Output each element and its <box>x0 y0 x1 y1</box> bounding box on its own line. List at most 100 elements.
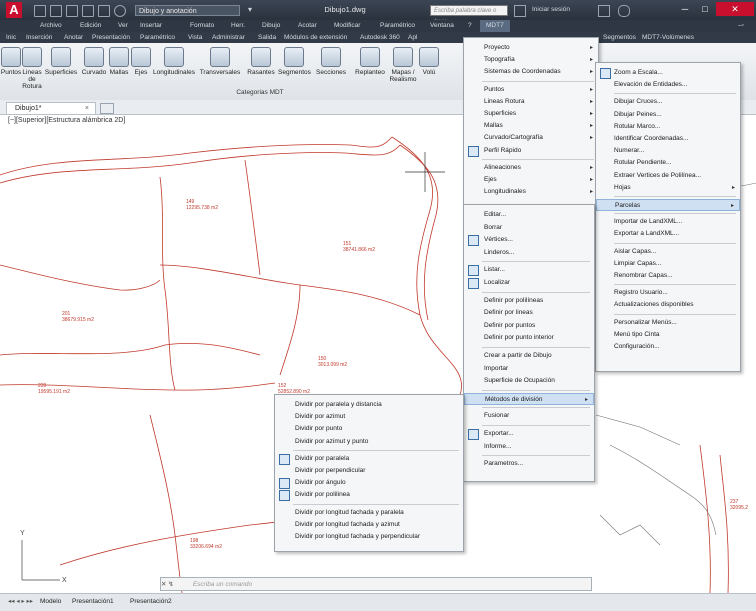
tab-autodesk360[interactable]: Autodesk 360 <box>360 32 400 43</box>
menu-item[interactable]: Superficies ▸ <box>464 108 598 120</box>
tab-inicio[interactable]: Inic <box>6 32 16 43</box>
menu-item[interactable]: Dividir por paralela <box>275 453 463 465</box>
ribbon-button[interactable]: Secciones <box>310 47 352 87</box>
menu-item[interactable]: Crear a partir de Dibujo <box>464 350 594 362</box>
menu-formato[interactable]: Formato <box>190 20 214 32</box>
tab-anotar[interactable]: Anotar <box>64 32 83 43</box>
command-line[interactable]: ✕ ↯ Escriba un comando <box>160 577 592 591</box>
search-icon[interactable] <box>514 5 526 17</box>
menu-item[interactable]: Parametros... <box>464 458 594 470</box>
ribbon-button[interactable]: Longitudinales <box>152 47 196 87</box>
tab-parametrico[interactable]: Paramétrico <box>140 32 175 43</box>
menu-item[interactable]: Exportar a LandXML... <box>596 228 740 240</box>
menu-item[interactable]: Definir por polilíneas <box>464 295 594 307</box>
menu-item[interactable]: Alineaciones ▸ <box>464 162 598 174</box>
tab-dibujo1[interactable]: Dibujo1* × <box>6 102 96 114</box>
menu-item[interactable]: Dividir por longitud fachada y azimut <box>275 519 463 531</box>
menu-item[interactable]: Ejes ▸ <box>464 174 598 186</box>
menu-item[interactable]: Sistemas de Coordenadas ▸ <box>464 66 598 78</box>
ribbon-button[interactable]: Segmentos <box>278 47 311 87</box>
menu-archivo[interactable]: Archivo <box>40 20 62 32</box>
menu-item[interactable]: Menú tipo Cinta <box>596 329 740 341</box>
menu-item[interactable]: Parcelas ▸ <box>596 199 740 211</box>
menu-item[interactable]: Hojas ▸ <box>596 182 740 194</box>
close-icon[interactable]: × <box>85 103 89 115</box>
menu-item[interactable]: Informe... <box>464 441 594 453</box>
app-logo[interactable]: A <box>6 2 22 18</box>
ribbon-button[interactable]: Transversales <box>196 47 244 87</box>
menu-acotar[interactable]: Acotar <box>298 20 317 32</box>
undo-icon[interactable] <box>114 5 126 17</box>
tab-salida[interactable]: Salida <box>258 32 276 43</box>
close-icon[interactable]: ✕ <box>716 2 754 16</box>
menu-insertar[interactable]: Insertar <box>140 20 162 32</box>
menu-item[interactable]: Superficie de Ocupación <box>464 375 594 387</box>
new-icon[interactable] <box>34 5 46 17</box>
menu-item[interactable]: Localizar <box>464 277 594 289</box>
command-icons[interactable]: ✕ ↯ <box>161 578 191 592</box>
tab-mdt7-volumenes[interactable]: MDT7-Volúmenes <box>642 32 694 43</box>
menu-dibujo[interactable]: Dibujo <box>262 20 280 32</box>
tab-administrar[interactable]: Administrar <box>212 32 245 43</box>
ribbon-button[interactable]: Rasantes <box>244 47 278 87</box>
menu-item[interactable]: Zoom a Escala... <box>596 67 740 79</box>
menu-item[interactable]: Definir por punto interior <box>464 332 594 344</box>
menu-item[interactable]: Perfil Rápido <box>464 145 598 157</box>
ribbon-button[interactable]: Curvado <box>80 47 108 87</box>
ribbon-button[interactable]: Replanteo <box>352 47 388 87</box>
menu-item[interactable]: Dibujar Cruces... <box>596 96 740 108</box>
menu-item[interactable]: Dibujar Peines... <box>596 109 740 121</box>
menu-item[interactable]: Dividir por azimut y punto <box>275 436 463 448</box>
open-icon[interactable] <box>50 5 62 17</box>
menu-item[interactable]: Dividir por perpendicular <box>275 465 463 477</box>
command-input[interactable]: Escriba un comando <box>193 581 252 588</box>
tab-presentacion2[interactable]: Presentación2 <box>130 597 172 607</box>
menu-item[interactable]: Exportar... <box>464 428 594 440</box>
sign-in-link[interactable]: Iniciar sesión <box>532 4 592 16</box>
menu-ayuda[interactable]: ? <box>468 20 472 32</box>
menu-item[interactable]: Mallas ▸ <box>464 120 598 132</box>
print-icon[interactable] <box>98 5 110 17</box>
menu-edicion[interactable]: Edición <box>80 20 101 32</box>
menu-item[interactable]: Topografía ▸ <box>464 54 598 66</box>
menu-item[interactable]: Dividir por azimut <box>275 411 463 423</box>
menu-item[interactable]: Extraer Vertices de Polilínea... <box>596 170 740 182</box>
ribbon-button[interactable]: Lineas de Rotura <box>22 47 42 90</box>
workspace-select[interactable]: Dibujo y anotación <box>135 5 240 16</box>
menu-ventana[interactable]: Ventana <box>430 20 454 32</box>
menu-item[interactable]: Listar... <box>464 264 594 277</box>
minimize-icon[interactable]: ─ <box>676 2 694 16</box>
menu-item[interactable]: Personalizar Menús... <box>596 317 740 329</box>
menu-item[interactable]: Numerar... <box>596 145 740 157</box>
menu-item[interactable]: Longitudinales ▸ <box>464 186 598 198</box>
tab-modelo[interactable]: Modelo <box>40 597 61 607</box>
save-as-icon[interactable] <box>82 5 94 17</box>
menu-item[interactable]: Configuración... <box>596 341 740 353</box>
menu-item[interactable]: Definir por lineas <box>464 307 594 319</box>
exchange-icon[interactable] <box>598 5 610 17</box>
chevron-down-icon[interactable]: ▾ <box>248 4 262 16</box>
menu-item[interactable]: Dividir por ángulo <box>275 477 463 490</box>
ribbon-button[interactable]: Superficies <box>42 47 80 87</box>
menu-item[interactable]: Importar <box>464 363 594 375</box>
menu-item[interactable]: Curvado/Cartografía ▸ <box>464 132 598 144</box>
menu-item[interactable]: Registro Usuario... <box>596 287 740 299</box>
tab-presentacion1[interactable]: Presentación1 <box>72 597 114 607</box>
menu-item[interactable]: Vértices... <box>464 234 594 247</box>
menu-item[interactable]: Dividir por longitud fachada y paralela <box>275 507 463 519</box>
help-icon[interactable] <box>618 5 630 17</box>
tab-presentacion[interactable]: Presentación <box>92 32 130 43</box>
menu-item[interactable]: Importar de LandXML... <box>596 216 740 228</box>
menu-item[interactable]: Rotular Pendiente... <box>596 157 740 169</box>
menu-item[interactable]: Borrar <box>464 222 594 234</box>
window-restore-icon[interactable]: –▫ <box>738 20 744 32</box>
menu-parametrico[interactable]: Paramétrico <box>380 20 415 32</box>
ribbon-button[interactable]: Mallas <box>108 47 130 87</box>
menu-item[interactable]: Dividir por longitud fachada y perpendic… <box>275 531 463 543</box>
ribbon-button[interactable]: Mapas / Realismo <box>388 47 418 87</box>
menu-item[interactable]: Fusionar <box>464 410 594 422</box>
menu-item[interactable]: Métodos de división ▸ <box>464 392 594 405</box>
ribbon-button[interactable]: Ejes <box>130 47 152 87</box>
menu-item[interactable]: Lineas Rotura ▸ <box>464 96 598 108</box>
menu-ver[interactable]: Ver <box>118 20 128 32</box>
